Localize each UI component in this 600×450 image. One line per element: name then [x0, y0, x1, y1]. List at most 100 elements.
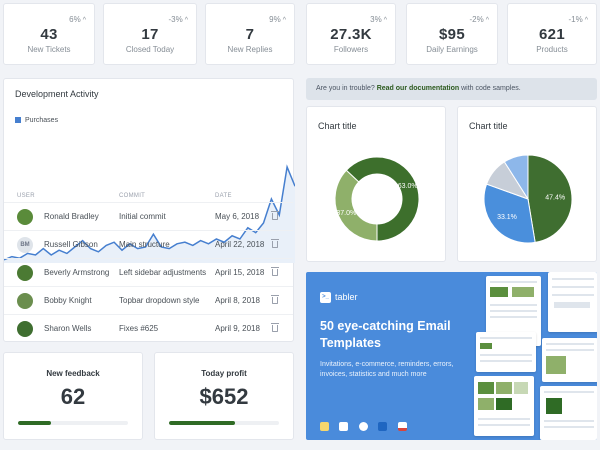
stat-delta: -2% ^ [469, 15, 489, 24]
alert-suffix: with code samples. [461, 85, 521, 92]
user-name: Beverly Armstrong [44, 268, 110, 277]
trash-icon[interactable] [271, 267, 279, 277]
stat-delta-value: -1% [568, 15, 583, 24]
user-name: Sharon Wells [44, 324, 92, 333]
brand-name: tabler [335, 292, 358, 302]
email-client-icons [320, 418, 413, 436]
table-row: Ronald Bradley Initial commit May 6, 2018 [4, 202, 293, 230]
avatar [17, 293, 33, 309]
stat-delta: 3% ^ [370, 15, 387, 24]
trash-icon[interactable] [271, 323, 279, 333]
trash-icon[interactable] [271, 211, 279, 221]
stat-label: Followers [333, 45, 369, 54]
profit-progress [169, 421, 279, 425]
stat-value: 43 [40, 26, 58, 43]
documentation-link[interactable]: Read our documentation [377, 85, 459, 92]
outlook-icon [378, 422, 388, 432]
alert-text: Are you in trouble? [316, 85, 375, 92]
avatar-initials: BM [20, 242, 30, 248]
column-header-commit: COMMIT [119, 193, 146, 199]
pie-slice[interactable] [334, 169, 378, 242]
stat-value: 621 [539, 26, 565, 43]
stat-card: -2% ^ $95 Daily Earnings [406, 3, 498, 65]
stat-value: 27.3K [330, 26, 372, 43]
stat-delta-value: 9% [269, 15, 281, 24]
commit-date: May 6, 2018 [215, 212, 260, 221]
stat-label: New Tickets [27, 45, 71, 54]
stat-label: Daily Earnings [426, 45, 478, 54]
avatar [17, 265, 33, 281]
legend-swatch [15, 117, 21, 124]
stat-delta-value: -3% [168, 15, 183, 24]
commit-message: Main structure [119, 240, 170, 249]
stat-card: 9% ^ 7 New Replies [205, 3, 295, 65]
donut-chart: 37.0% 63.0% [334, 156, 420, 242]
trash-icon[interactable] [271, 239, 279, 249]
slack-icon [358, 422, 368, 432]
stat-delta: 9% ^ [269, 15, 286, 24]
user-name: Bobby Knight [44, 296, 92, 305]
commit-message: Topbar dropdown style [119, 296, 200, 305]
template-preview [476, 332, 536, 372]
donut-chart-card: Chart title 37.0% 63.0% [306, 106, 446, 262]
chart-legend: Purchases [15, 117, 58, 124]
tabler-logo: >_ tabler [320, 292, 358, 304]
profit-label: Today profit [201, 369, 247, 378]
chevron-up-icon: ^ [383, 17, 387, 24]
feedback-progress [18, 421, 128, 425]
development-activity-card: Development Activity Purchases USER COMM… [3, 78, 295, 342]
new-feedback-card: New feedback 62 [3, 352, 143, 440]
stat-label: New Replies [227, 45, 273, 54]
profit-value: $652 [199, 384, 249, 409]
chart-title: Chart title [469, 121, 508, 131]
legend-label: Purchases [25, 117, 59, 124]
avatar: BM [17, 237, 33, 253]
commit-message: Fixes #625 [119, 324, 159, 333]
table-row: BM Russell Gibson Main structure April 22, … [4, 230, 293, 258]
card-title: Development Activity [15, 89, 99, 99]
template-preview [542, 338, 597, 382]
stat-card: 6% ^ 43 New Tickets [3, 3, 95, 65]
slice-label: 47.4% [545, 194, 565, 201]
campaign-monitor-icon [339, 422, 349, 432]
stat-delta: 6% ^ [69, 15, 86, 24]
stat-delta-value: 3% [370, 15, 382, 24]
template-preview [548, 272, 597, 332]
feedback-progress-fill [18, 421, 51, 425]
trash-icon[interactable] [271, 295, 279, 305]
template-preview [474, 376, 534, 436]
commit-message: Left sidebar adjustments [119, 268, 207, 277]
stat-delta-value: -2% [469, 15, 484, 24]
commit-date: April 22, 2018 [215, 240, 265, 249]
stat-value: 17 [141, 26, 159, 43]
mailchimp-icon [320, 422, 329, 432]
today-profit-card: Today profit $652 [154, 352, 294, 440]
commit-message: Initial commit [119, 212, 166, 221]
user-name: Ronald Bradley [44, 212, 99, 221]
feedback-label: New feedback [46, 369, 100, 378]
stat-delta-value: 6% [69, 15, 81, 24]
avatar [17, 209, 33, 225]
tabler-promo-banner[interactable]: >_ tabler 50 eye-catching Email Templates… [306, 272, 597, 440]
stat-card: -1% ^ 621 Products [507, 3, 597, 65]
chevron-up-icon: ^ [485, 17, 489, 24]
column-header-date: DATE [215, 193, 232, 199]
avatar [17, 321, 33, 337]
chevron-up-icon: ^ [184, 17, 188, 24]
stat-value: 7 [245, 26, 255, 43]
stat-delta: -1% ^ [568, 15, 588, 24]
stat-value: $95 [439, 26, 465, 43]
gmail-icon [397, 422, 407, 432]
chevron-up-icon: ^ [584, 17, 588, 24]
slice-label: 37.0% [336, 210, 356, 217]
commit-date: April 15, 2018 [215, 268, 265, 277]
table-row: Beverly Armstrong Left sidebar adjustment… [4, 258, 293, 286]
stat-card: -3% ^ 17 Closed Today [103, 3, 197, 65]
user-name: Russell Gibson [44, 240, 98, 249]
template-preview [540, 386, 597, 440]
chart-title: Chart title [318, 121, 357, 131]
chevron-up-icon: ^ [282, 17, 286, 24]
feedback-value: 62 [60, 384, 86, 409]
stat-label: Products [536, 45, 568, 54]
stat-card: 3% ^ 27.3K Followers [306, 3, 396, 65]
